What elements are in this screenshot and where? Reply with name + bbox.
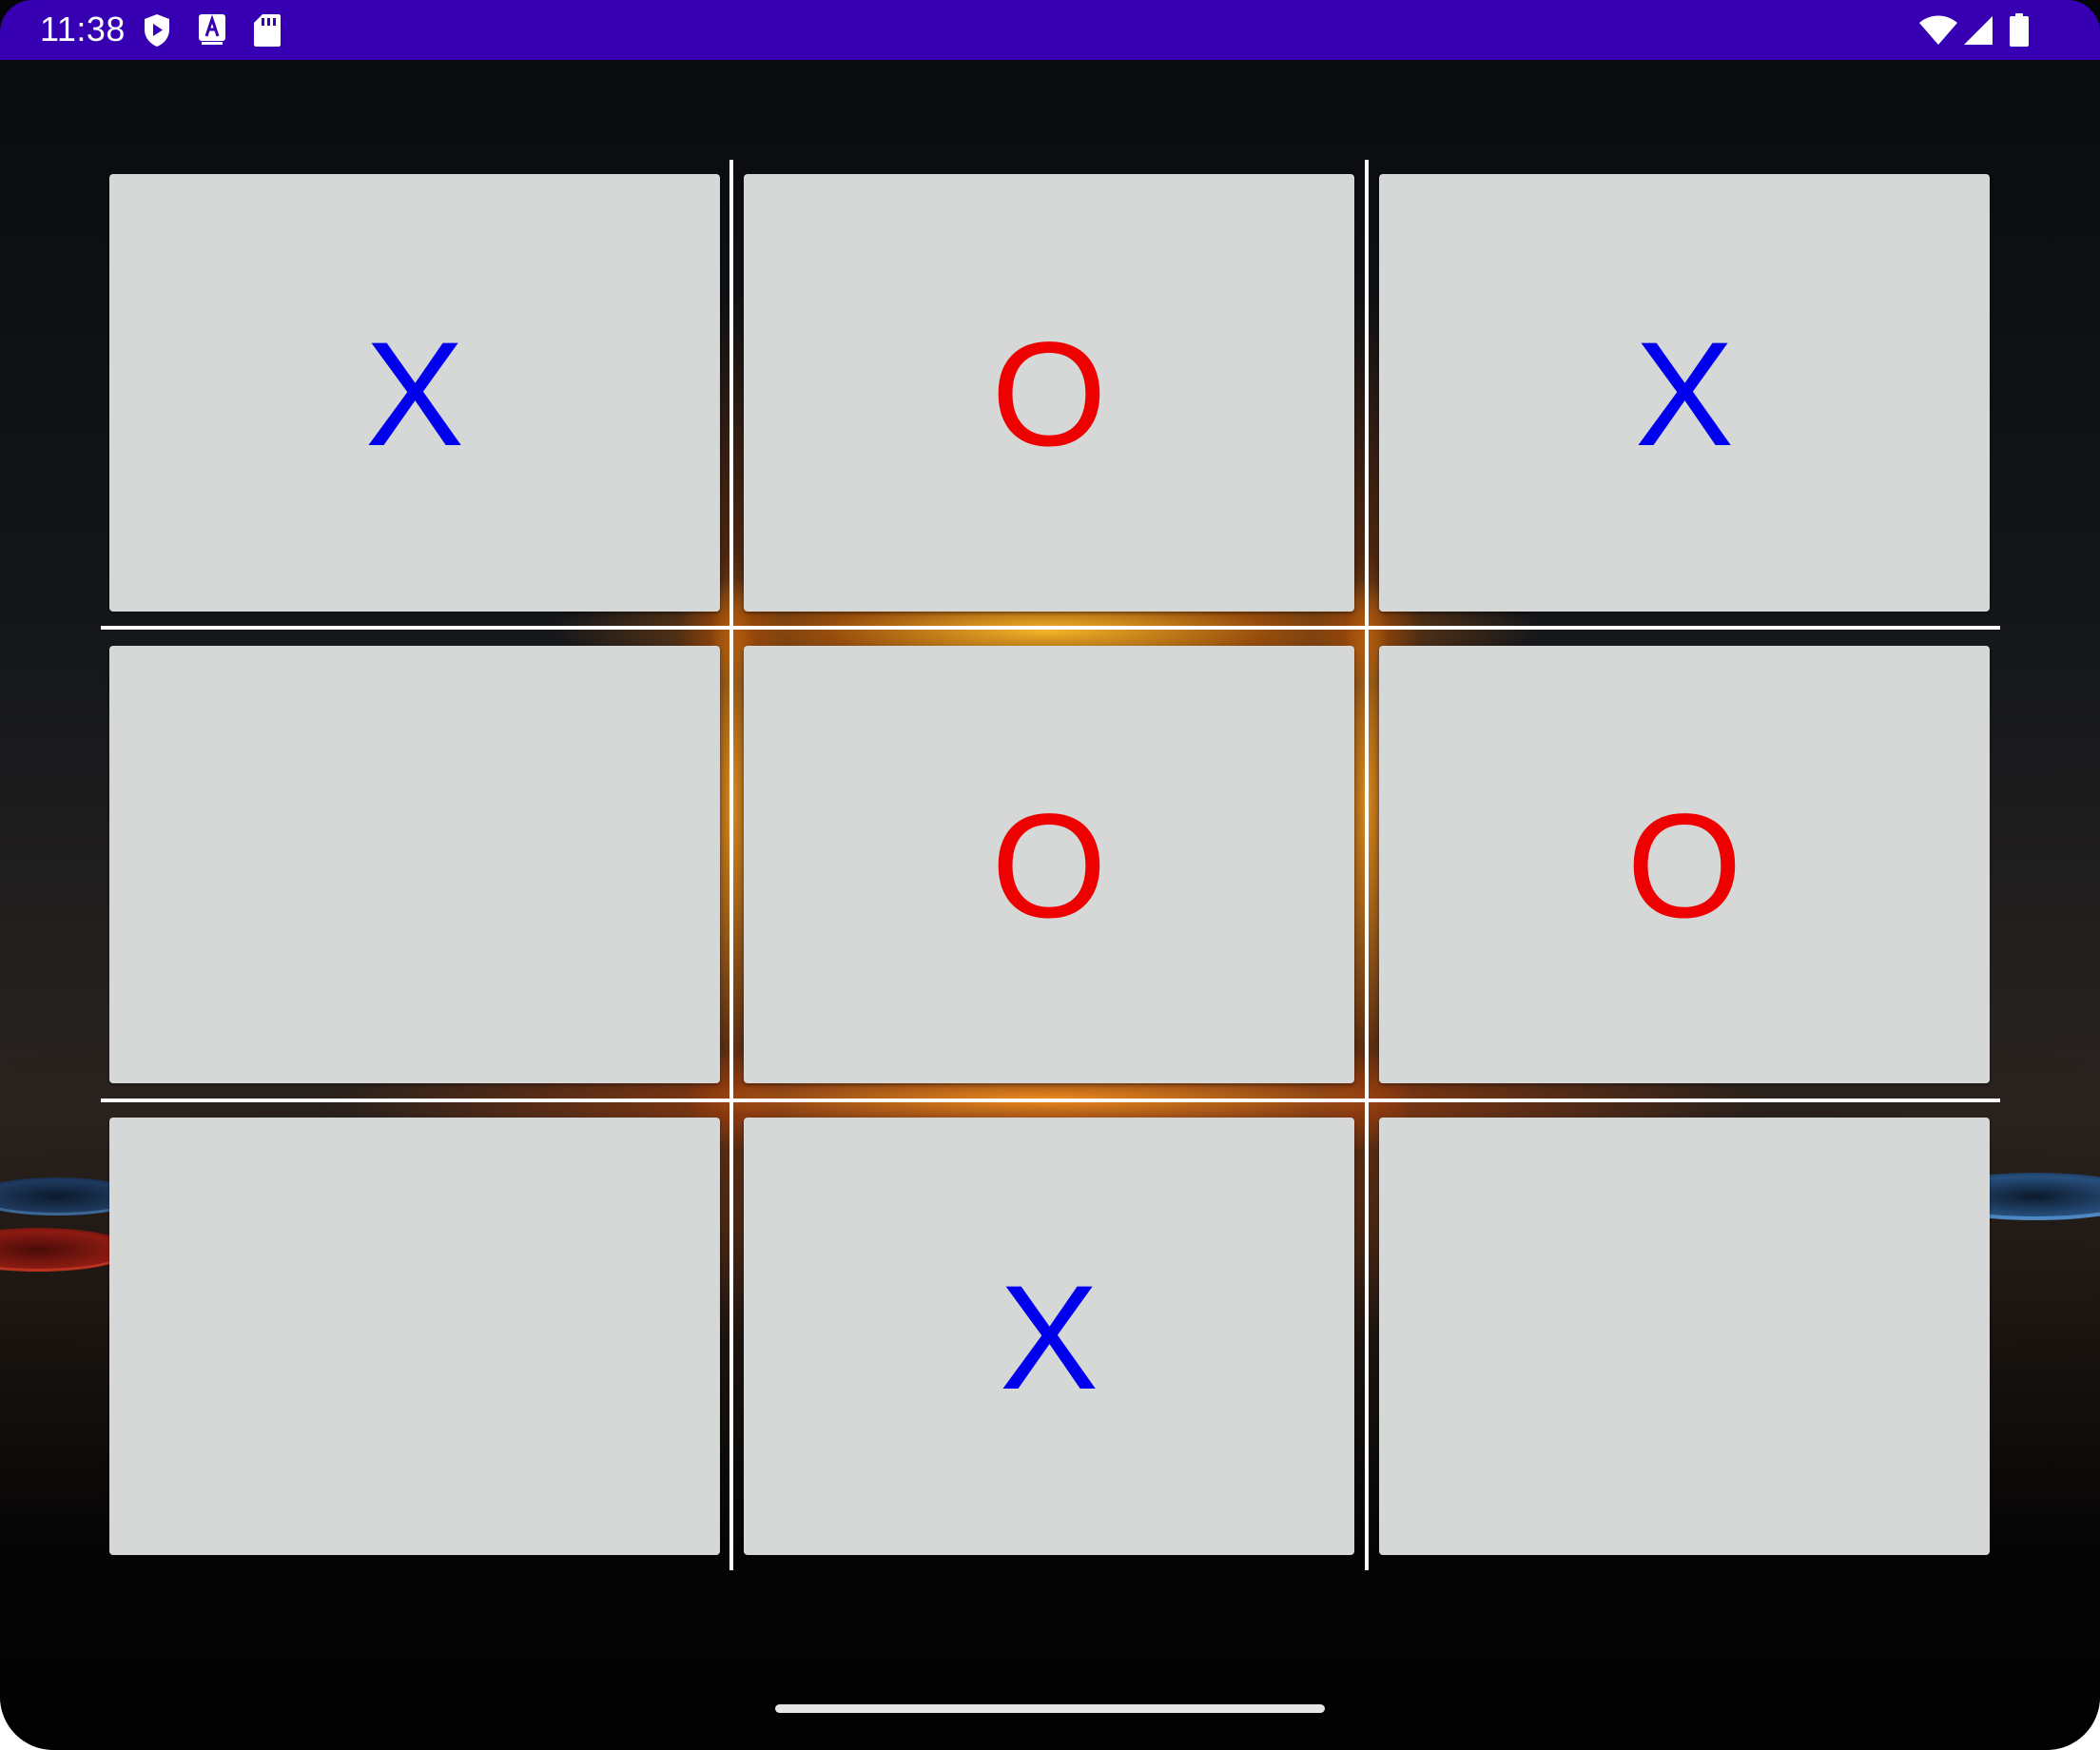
board-cell-5[interactable]: O xyxy=(744,646,1354,1083)
font-a-icon xyxy=(198,13,226,50)
grid-line-horizontal xyxy=(101,626,2000,630)
board-cell-2[interactable]: O xyxy=(744,174,1354,612)
grid-line-vertical xyxy=(1365,160,1369,1570)
cell-mark: O xyxy=(1626,784,1742,949)
grid-line-horizontal xyxy=(101,1099,2000,1102)
grid-line-vertical xyxy=(729,160,733,1570)
battery-icon xyxy=(2009,13,2030,52)
cell-mark: X xyxy=(1634,312,1735,477)
status-bar: 11:38 xyxy=(0,0,2100,60)
shield-play-icon xyxy=(143,13,171,52)
sd-card-icon xyxy=(253,13,282,52)
cell-mark: O xyxy=(991,312,1107,477)
cell-mark: X xyxy=(364,312,465,477)
board-cell-8[interactable]: X xyxy=(744,1118,1354,1555)
board-cell-4[interactable] xyxy=(109,646,720,1083)
cell-signal-icon xyxy=(1963,15,1993,50)
board-cell-1[interactable]: X xyxy=(109,174,720,612)
status-time: 11:38 xyxy=(40,10,126,49)
wifi-icon xyxy=(1919,15,1957,50)
board-cell-6[interactable]: O xyxy=(1379,646,1990,1083)
board-cell-9[interactable] xyxy=(1379,1118,1990,1555)
board-cell-3[interactable]: X xyxy=(1379,174,1990,612)
gesture-nav-handle[interactable] xyxy=(775,1704,1325,1713)
cell-mark: X xyxy=(999,1255,1099,1421)
app-screen: 11:38 X O X O O X xyxy=(0,0,2100,1750)
board-cell-7[interactable] xyxy=(109,1118,720,1555)
cell-mark: O xyxy=(991,784,1107,949)
